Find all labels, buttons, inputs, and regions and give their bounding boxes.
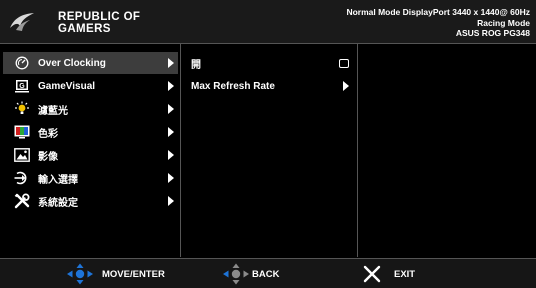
chevron-right-icon (168, 150, 174, 160)
menu-item-label: 系統設定 (38, 197, 78, 209)
submenu-item-label: 開 (191, 59, 201, 71)
close-icon (363, 265, 381, 283)
chevron-right-icon (168, 58, 174, 68)
footer-back-label: BACK (252, 268, 280, 280)
color-icon (14, 124, 30, 140)
submenu-item-on[interactable]: 開 (183, 52, 355, 74)
checkbox-icon[interactable] (339, 59, 349, 68)
column-divider-2 (357, 44, 358, 257)
menu-item-label: 輸入選擇 (38, 174, 78, 186)
footer-move-enter: MOVE/ENTER (66, 263, 165, 285)
joystick-move-icon (67, 263, 93, 285)
status-info: Normal Mode DisplayPort 3440 x 1440@ 60H… (346, 7, 530, 39)
rog-logo-icon (10, 13, 34, 31)
footer-exit: EXIT (362, 263, 415, 285)
submenu-item-label: Max Refresh Rate (191, 80, 275, 92)
chevron-right-icon (168, 104, 174, 114)
menu-item-color[interactable]: 色彩 (3, 121, 178, 143)
footer-exit-label: EXIT (394, 268, 416, 280)
submenu-item-max-refresh-rate[interactable]: Max Refresh Rate (183, 75, 355, 97)
status-line-scene: Racing Mode (477, 17, 530, 28)
brand-line-1: REPUBLIC OF (58, 11, 141, 23)
status-line-mode: Normal Mode DisplayPort 3440 x 1440@ 60H… (346, 7, 530, 17)
footer-bar: MOVE/ENTER BACK EXIT (0, 259, 536, 288)
joystick-back-icon (223, 263, 249, 285)
header-bar: REPUBLIC OF GAMERS Normal Mode DisplayPo… (0, 0, 536, 43)
osd-menu: REPUBLIC OF GAMERS Normal Mode DisplayPo… (0, 0, 536, 288)
chevron-right-icon (168, 81, 174, 91)
menu-item-label: 濾藍光 (38, 105, 68, 117)
bluelight-icon (14, 101, 30, 117)
main-menu: Over Clocking G GameVisual 濾藍光 色彩 影像 輸入選… (3, 47, 178, 257)
speedometer-icon (14, 55, 30, 71)
menu-item-over-clocking[interactable]: Over Clocking (3, 52, 178, 74)
submenu: 開 Max Refresh Rate (183, 47, 355, 257)
tools-icon (14, 193, 30, 209)
chevron-right-icon (168, 196, 174, 206)
menu-item-system-setup[interactable]: 系統設定 (3, 190, 178, 212)
column-divider-1 (180, 44, 181, 257)
header-divider (0, 43, 536, 44)
menu-item-label: Over Clocking (38, 57, 106, 69)
svg-text:G: G (19, 83, 25, 90)
menu-item-label: 影像 (38, 151, 58, 163)
menu-item-label: GameVisual (38, 80, 96, 92)
chevron-right-icon (168, 127, 174, 137)
status-line-model: ASUS ROG PG348 (455, 28, 530, 38)
footer-back: BACK (222, 263, 279, 285)
menu-item-label: 色彩 (38, 128, 58, 140)
menu-item-gamevisual[interactable]: G GameVisual (3, 75, 178, 97)
image-icon (14, 147, 30, 163)
brand-name: REPUBLIC OF GAMERS (58, 11, 140, 35)
gamevisual-icon: G (14, 78, 30, 94)
input-icon (14, 170, 30, 186)
menu-item-image[interactable]: 影像 (3, 144, 178, 166)
menu-item-blue-light-filter[interactable]: 濾藍光 (3, 98, 178, 120)
chevron-right-icon (168, 173, 174, 183)
menu-item-input-select[interactable]: 輸入選擇 (3, 167, 178, 189)
footer-move-label: MOVE/ENTER (102, 268, 165, 280)
value-panel (360, 47, 533, 257)
brand-line-2: GAMERS (58, 23, 111, 35)
chevron-right-icon (343, 81, 349, 91)
